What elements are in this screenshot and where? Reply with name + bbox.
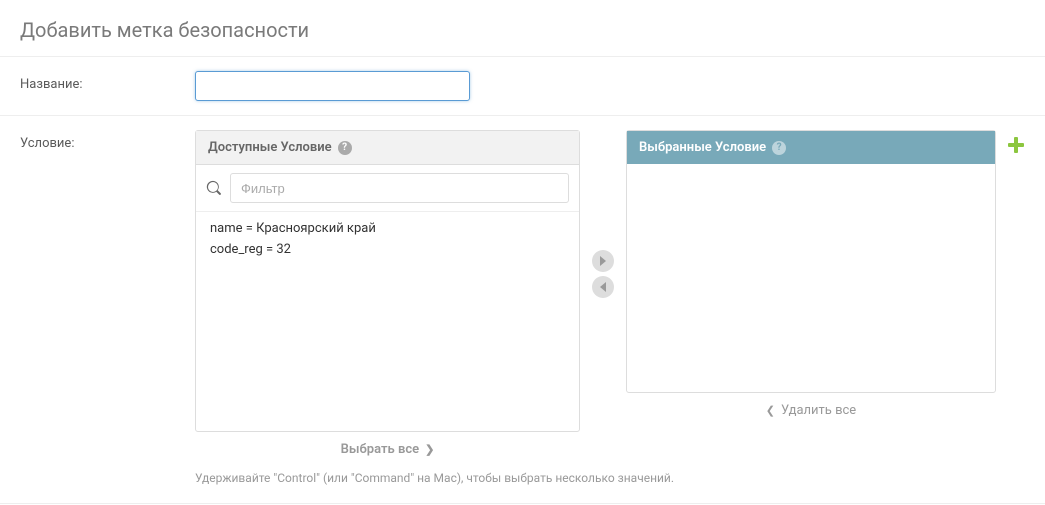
list-item[interactable]: code_reg = 32 <box>196 239 579 260</box>
add-button[interactable] <box>1008 130 1024 156</box>
filter-input[interactable] <box>230 173 569 203</box>
select-all-button[interactable]: Выбрать все ❯ <box>195 432 580 463</box>
arrow-right-icon <box>598 256 608 266</box>
available-header-label: Доступные Условие <box>208 140 332 155</box>
name-label: Название: <box>20 71 195 101</box>
condition-label: Условие: <box>20 130 195 489</box>
remove-all-button[interactable]: ❮ Удалить все <box>626 393 996 424</box>
condition-row: Условие: Доступные Условие ? <box>0 116 1045 504</box>
remove-all-label: Удалить все <box>781 403 856 418</box>
arrow-left-icon <box>598 282 608 292</box>
available-list[interactable]: name = Красноярский край code_reg = 32 <box>196 211 579 431</box>
move-right-button[interactable] <box>592 250 614 272</box>
name-row: Название: <box>0 57 1045 116</box>
hint-text: Удерживайте "Control" (или "Command" на … <box>195 463 1025 489</box>
page-title: Добавить метка безопасности <box>0 0 1045 57</box>
name-input[interactable] <box>195 71 470 101</box>
help-icon[interactable]: ? <box>338 141 352 155</box>
select-all-label: Выбрать все <box>341 442 419 457</box>
transfer-buttons <box>592 130 614 298</box>
list-item[interactable]: name = Красноярский край <box>196 218 579 239</box>
available-panel: Доступные Условие ? name = Красноярский … <box>195 130 580 432</box>
plus-icon <box>1008 137 1024 153</box>
chevron-left-icon: ❮ <box>766 404 778 417</box>
available-header: Доступные Условие ? <box>196 131 579 165</box>
selected-header: Выбранные Условие ? <box>627 131 995 164</box>
selected-panel: Выбранные Условие ? <box>626 130 996 393</box>
selected-header-label: Выбранные Условие <box>639 140 766 155</box>
chevron-right-icon: ❯ <box>422 443 434 456</box>
move-left-button[interactable] <box>592 276 614 298</box>
selected-list[interactable] <box>630 167 992 389</box>
search-icon <box>206 180 222 196</box>
help-icon[interactable]: ? <box>772 141 786 155</box>
